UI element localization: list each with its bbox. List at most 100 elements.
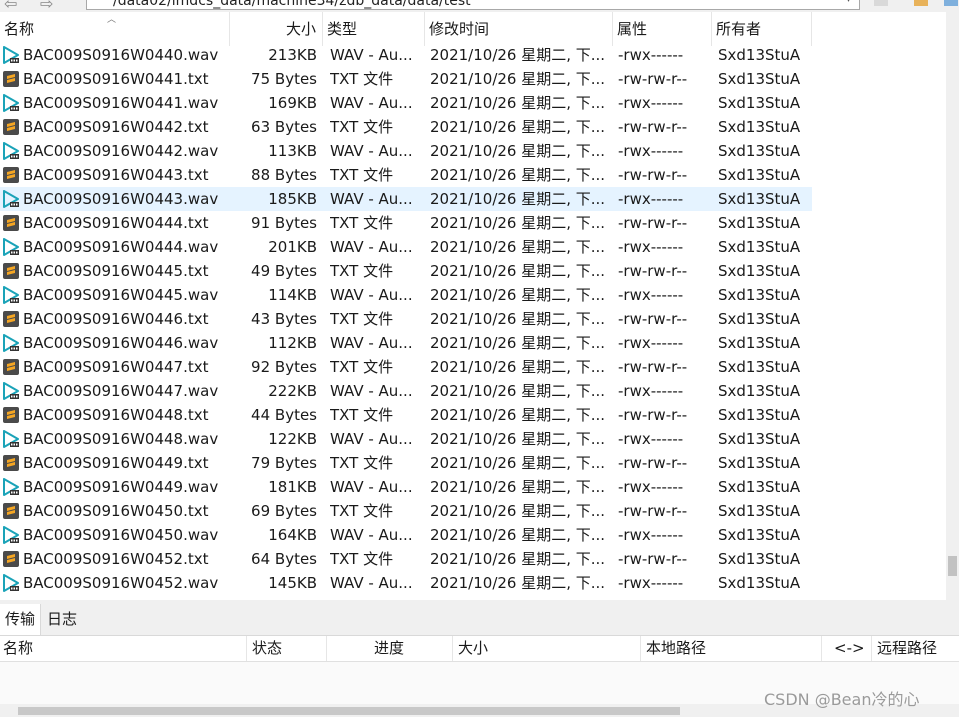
file-row[interactable]: BAC009S0916W0447.wav 222KB WAV - Au... 2021…: [0, 379, 812, 403]
audio-file-icon: [2, 238, 20, 256]
file-permissions: -rw-rw-r--: [618, 550, 688, 568]
file-modified: 2021/10/26 星期二, 下...: [430, 310, 606, 328]
file-row[interactable]: BAC009S0916W0443.txt 88 Bytes TXT 文件 2021/1…: [0, 163, 812, 187]
file-name: BAC009S0916W0441.wav: [23, 94, 219, 112]
file-modified: 2021/10/26 星期二, 下...: [430, 94, 606, 112]
vertical-scrollbar[interactable]: [946, 12, 959, 604]
file-size: 92 Bytes: [251, 358, 317, 376]
file-name: BAC009S0916W0448.wav: [23, 430, 219, 448]
file-row[interactable]: BAC009S0916W0450.wav 164KB WAV - Au... 2021…: [0, 523, 812, 547]
transfer-column-progress[interactable]: 进度: [327, 636, 453, 661]
file-permissions: -rwx------: [618, 46, 684, 64]
file-row[interactable]: BAC009S0916W0452.txt 64 Bytes TXT 文件 2021/1…: [0, 547, 812, 571]
transfer-column-remote-path[interactable]: 远程路径: [872, 636, 959, 661]
file-name: BAC009S0916W0449.txt: [23, 454, 209, 472]
file-row[interactable]: BAC009S0916W0440.wav 213KB WAV - Au... 2021…: [0, 43, 812, 67]
file-owner: Sxd13StuA: [718, 190, 801, 208]
file-permissions: -rwx------: [618, 94, 684, 112]
toolbar-icon[interactable]: [914, 0, 928, 6]
transfer-column-name[interactable]: 名称: [0, 636, 247, 661]
file-type: TXT 文件: [330, 550, 394, 568]
file-row[interactable]: BAC009S0916W0444.txt 91 Bytes TXT 文件 2021/1…: [0, 211, 812, 235]
back-arrow-icon[interactable]: ⇦: [4, 0, 17, 12]
file-modified: 2021/10/26 星期二, 下...: [430, 454, 606, 472]
column-header-modified[interactable]: 修改时间: [425, 12, 613, 46]
toolbar-icons: [872, 0, 959, 8]
column-header-permissions[interactable]: 属性: [613, 12, 712, 46]
sublime-text-file-icon: [2, 358, 20, 376]
file-row[interactable]: BAC009S0916W0449.wav 181KB WAV - Au... 2021…: [0, 475, 812, 499]
column-header-owner[interactable]: 所有者: [712, 12, 812, 46]
file-row[interactable]: BAC009S0916W0447.txt 92 Bytes TXT 文件 2021/1…: [0, 355, 812, 379]
sublime-text-file-icon: [2, 70, 20, 88]
transfer-column-local-path[interactable]: 本地路径: [641, 636, 822, 661]
file-name: BAC009S0916W0450.wav: [23, 526, 219, 544]
file-row[interactable]: BAC009S0916W0446.txt 43 Bytes TXT 文件 2021/1…: [0, 307, 812, 331]
sublime-text-file-icon: [2, 262, 20, 280]
transfer-table-header: 名称 状态 进度 大小 本地路径 <-> 远程路径: [0, 636, 959, 662]
audio-file-icon: [2, 430, 20, 448]
file-row[interactable]: BAC009S0916W0443.wav 185KB WAV - Au... 2021…: [0, 187, 812, 211]
transfer-column-size[interactable]: 大小: [453, 636, 641, 661]
file-row[interactable]: BAC009S0916W0445.wav 114KB WAV - Au... 2021…: [0, 283, 812, 307]
file-name: BAC009S0916W0443.txt: [23, 166, 209, 184]
file-size: 112KB: [268, 334, 317, 352]
file-size: 181KB: [268, 478, 317, 496]
file-size: 222KB: [268, 382, 317, 400]
chevron-down-icon[interactable]: ▾: [846, 0, 858, 6]
file-row[interactable]: BAC009S0916W0446.wav 112KB WAV - Au... 2021…: [0, 331, 812, 355]
file-name: BAC009S0916W0442.txt: [23, 118, 209, 136]
scrollbar-thumb[interactable]: [18, 707, 680, 715]
transfer-column-status[interactable]: 状态: [247, 636, 327, 661]
file-type: TXT 文件: [330, 214, 394, 232]
file-permissions: -rw-rw-r--: [618, 166, 688, 184]
file-owner: Sxd13StuA: [718, 430, 801, 448]
toolbar-icon[interactable]: [944, 0, 958, 6]
transfer-column-direction[interactable]: <->: [822, 636, 872, 661]
file-row[interactable]: BAC009S0916W0441.wav 169KB WAV - Au... 2021…: [0, 91, 812, 115]
tab-transfer[interactable]: 传输: [0, 604, 42, 635]
file-owner: Sxd13StuA: [718, 286, 801, 304]
file-owner: Sxd13StuA: [718, 502, 801, 520]
file-row[interactable]: BAC009S0916W0445.txt 49 Bytes TXT 文件 2021/1…: [0, 259, 812, 283]
file-row[interactable]: BAC009S0916W0444.wav 201KB WAV - Au... 2021…: [0, 235, 812, 259]
file-permissions: -rw-rw-r--: [618, 406, 688, 424]
file-permissions: -rwx------: [618, 238, 684, 256]
file-name: BAC009S0916W0450.txt: [23, 502, 209, 520]
file-row[interactable]: BAC009S0916W0452.wav 145KB WAV - Au... 2021…: [0, 571, 812, 595]
file-row[interactable]: BAC009S0916W0442.txt 63 Bytes TXT 文件 2021/1…: [0, 115, 812, 139]
file-row[interactable]: BAC009S0916W0450.txt 69 Bytes TXT 文件 2021/1…: [0, 499, 812, 523]
column-header-size[interactable]: 大小: [230, 12, 323, 46]
file-row[interactable]: BAC009S0916W0442.wav 113KB WAV - Au... 2021…: [0, 139, 812, 163]
scrollbar-thumb[interactable]: [948, 556, 957, 576]
file-type: TXT 文件: [330, 118, 394, 136]
file-modified: 2021/10/26 星期二, 下...: [430, 262, 606, 280]
audio-file-icon: [2, 382, 20, 400]
file-modified: 2021/10/26 星期二, 下...: [430, 190, 606, 208]
file-row[interactable]: BAC009S0916W0449.txt 79 Bytes TXT 文件 2021/1…: [0, 451, 812, 475]
toolbar-icon[interactable]: [874, 0, 888, 6]
audio-file-icon: [2, 94, 20, 112]
file-row[interactable]: BAC009S0916W0448.txt 44 Bytes TXT 文件 2021/1…: [0, 403, 812, 427]
forward-arrow-icon[interactable]: ⇨: [40, 0, 53, 12]
file-modified: 2021/10/26 星期二, 下...: [430, 118, 606, 136]
file-name: BAC009S0916W0442.wav: [23, 142, 219, 160]
path-input[interactable]: /data02/imdcs_data/machine34/zdb_data/da…: [86, 0, 860, 10]
file-size: 43 Bytes: [251, 310, 317, 328]
file-permissions: -rw-rw-r--: [618, 454, 688, 472]
file-type: TXT 文件: [330, 166, 394, 184]
file-permissions: -rwx------: [618, 334, 684, 352]
sublime-text-file-icon: [2, 166, 20, 184]
audio-file-icon: [2, 478, 20, 496]
sublime-text-file-icon: [2, 118, 20, 136]
file-size: 145KB: [268, 574, 317, 592]
audio-file-icon: [2, 574, 20, 592]
tab-log[interactable]: 日志: [42, 604, 82, 635]
file-row[interactable]: BAC009S0916W0448.wav 122KB WAV - Au... 2021…: [0, 427, 812, 451]
column-header-type[interactable]: 类型: [323, 12, 425, 46]
file-size: 44 Bytes: [251, 406, 317, 424]
file-type: TXT 文件: [330, 502, 394, 520]
file-name: BAC009S0916W0452.txt: [23, 550, 209, 568]
file-type: WAV - Au...: [330, 574, 413, 592]
file-row[interactable]: BAC009S0916W0441.txt 75 Bytes TXT 文件 2021/1…: [0, 67, 812, 91]
